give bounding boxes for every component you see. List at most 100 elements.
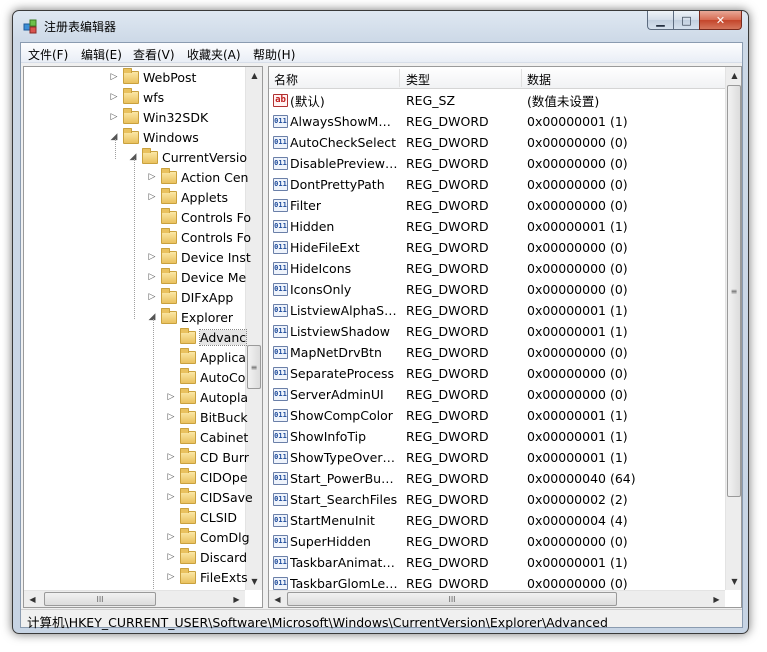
menu-favorites[interactable]: 收藏夹(A) [187, 46, 241, 63]
list-item[interactable]: 011 IconsOnly REG_DWORD 0x00000000 (0) [269, 279, 725, 300]
tree-node[interactable]: Controls Fo [146, 227, 251, 247]
tree-node[interactable]: ▷ CIDOpe [165, 467, 248, 487]
column-divider[interactable] [399, 69, 400, 87]
tree-node[interactable]: ▷ Action Cen [146, 167, 248, 187]
expand-arrow-icon[interactable]: ▷ [165, 452, 177, 462]
list-item[interactable]: 011 ShowTypeOverlay REG_DWORD 0x00000001 (1… [269, 447, 725, 468]
tree-node[interactable]: ▷ Applets [146, 187, 228, 207]
list-item[interactable]: 011 SuperHidden REG_DWORD 0x00000000 (0) [269, 531, 725, 552]
list-item[interactable]: 011 Start_SearchFiles REG_DWORD 0x00000002 … [269, 489, 725, 510]
tree-horizontal-scrollbar[interactable]: ◀ III ▶ [24, 590, 245, 607]
list-item[interactable]: 011 MapNetDrvBtn REG_DWORD 0x00000000 (0) [269, 342, 725, 363]
tree-node[interactable]: CLSID [165, 507, 237, 527]
column-divider[interactable] [521, 69, 522, 87]
list-item[interactable]: 011 ShowInfoTip REG_DWORD 0x00000001 (1) [269, 426, 725, 447]
tree-node[interactable]: Applica [165, 347, 246, 367]
expand-arrow-icon[interactable]: ▷ [108, 72, 120, 82]
tree-node[interactable]: ▷ CD Burr [165, 447, 249, 467]
expand-arrow-icon[interactable]: ▷ [108, 92, 120, 102]
collapse-arrow-icon[interactable]: ◢ [127, 152, 139, 162]
scroll-down-icon[interactable]: ▼ [246, 573, 262, 590]
tree-node[interactable]: ▷ Discard [165, 547, 247, 567]
tree-node[interactable]: ▷ wfs [108, 87, 164, 107]
tree-node[interactable]: ▷ CIDSave [165, 487, 253, 507]
list-item[interactable]: 011 HideIcons REG_DWORD 0x00000000 (0) [269, 258, 725, 279]
list-item[interactable]: 011 ListviewShadow REG_DWORD 0x00000001 (1) [269, 321, 725, 342]
scroll-right-icon[interactable]: ▶ [228, 591, 245, 607]
expand-arrow-icon[interactable]: ▷ [146, 272, 158, 282]
collapse-arrow-icon[interactable]: ◢ [146, 312, 158, 322]
menu-help[interactable]: 帮助(H) [253, 46, 295, 63]
list-item[interactable]: 011 SeparateProcess REG_DWORD 0x00000000 (0… [269, 363, 725, 384]
tree-hscroll-thumb[interactable]: III [44, 592, 156, 606]
tree-node[interactable]: Advanc [165, 327, 248, 347]
tree-node[interactable]: Cabinet [165, 427, 248, 447]
list-item[interactable]: 011Start_PowerButto... REG_DWORD 0x0000004… [269, 468, 725, 489]
close-button[interactable]: ✕ [699, 11, 742, 30]
list-vertical-scrollbar[interactable]: ▲ ≡ ▼ [725, 67, 741, 590]
tree-vscroll-thumb[interactable]: ≡ [247, 345, 261, 389]
list-item[interactable]: 011 AlwaysShowMen... REG_DWORD 0x00000001 (… [269, 111, 725, 132]
expand-arrow-icon[interactable]: ▷ [146, 252, 158, 262]
scroll-right-icon[interactable]: ▶ [708, 591, 725, 607]
tree-node[interactable]: ▷ Autopla [165, 387, 248, 407]
expand-arrow-icon[interactable]: ▷ [108, 112, 120, 122]
expand-arrow-icon[interactable]: ▷ [165, 492, 177, 502]
maximize-button[interactable]: □ [673, 11, 699, 30]
menu-file[interactable]: 文件(F) [28, 46, 68, 63]
expand-arrow-icon[interactable]: ▷ [165, 572, 177, 582]
scroll-down-icon[interactable]: ▼ [726, 573, 741, 590]
expand-arrow-icon[interactable]: ▷ [165, 552, 177, 562]
list-item[interactable]: 011 Hidden REG_DWORD 0x00000001 (1) [269, 216, 725, 237]
list-item[interactable]: 011 StartMenuInit REG_DWORD 0x00000004 (4) [269, 510, 725, 531]
column-type-header[interactable]: 类型 [406, 71, 430, 88]
expand-arrow-icon[interactable]: ▷ [165, 532, 177, 542]
tree-node[interactable]: ▷ DIFxApp [146, 287, 233, 307]
list-item[interactable]: ab (默认) REG_SZ (数值未设置) [269, 90, 725, 111]
registry-key-tree[interactable]: ▲ ≡ ▼ ◀ III ▶ ▷ WebPost ▷ wfs ▷ Win32SDK ◢ Wind… [23, 66, 263, 608]
title-bar[interactable]: 注册表编辑器 ▁ □ ✕ [13, 11, 748, 41]
scroll-left-icon[interactable]: ◀ [24, 591, 41, 607]
menu-edit[interactable]: 编辑(E) [81, 46, 122, 63]
tree-node[interactable]: ▷ Win32SDK [108, 107, 208, 127]
column-data-header[interactable]: 数据 [527, 71, 551, 88]
scroll-left-icon[interactable]: ◀ [269, 591, 286, 607]
list-item[interactable]: 011 Filter REG_DWORD 0x00000000 (0) [269, 195, 725, 216]
registry-value-list[interactable]: 名称 类型 数据 ab (默认) REG_SZ (数值未设置) 011 AlwaysSho… [268, 66, 742, 608]
expand-arrow-icon[interactable]: ▷ [146, 292, 158, 302]
tree-node[interactable]: ▷ Device Me [146, 267, 246, 287]
collapse-arrow-icon[interactable]: ◢ [108, 132, 120, 142]
list-item[interactable]: 011 AutoCheckSelect REG_DWORD 0x00000000 (0… [269, 132, 725, 153]
list-item[interactable]: 011 ShowCompColor REG_DWORD 0x00000001 (1) [269, 405, 725, 426]
list-vscroll-thumb[interactable]: ≡ [727, 85, 741, 497]
list-item[interactable]: 011 ListviewAlphaSel... REG_DWORD 0x0000000… [269, 300, 725, 321]
tree-node[interactable]: ▷ WebPost [108, 67, 196, 87]
list-item[interactable]: 011 ServerAdminUI REG_DWORD 0x00000000 (0) [269, 384, 725, 405]
list-item[interactable]: 011 DisablePreviewD... REG_DWORD 0x00000000… [269, 153, 725, 174]
list-horizontal-scrollbar[interactable]: ◀ III ▶ [269, 590, 725, 607]
tree-node[interactable]: AutoCo [165, 367, 245, 387]
expand-arrow-icon[interactable]: ▷ [146, 172, 158, 182]
tree-node[interactable]: ◢ Windows [108, 127, 199, 147]
expand-arrow-icon[interactable]: ▷ [165, 392, 177, 402]
menu-view[interactable]: 查看(V) [133, 46, 175, 63]
expand-arrow-icon[interactable]: ▷ [165, 472, 177, 482]
list-item[interactable]: 011 TaskbarAnimatio... REG_DWORD 0x00000001… [269, 552, 725, 573]
scroll-up-icon[interactable]: ▲ [726, 67, 741, 84]
expand-arrow-icon[interactable]: ▷ [165, 412, 177, 422]
list-hscroll-thumb[interactable]: III [287, 592, 617, 606]
tree-node[interactable]: ◢ CurrentVersio [127, 147, 247, 167]
tree-vertical-scrollbar[interactable]: ▲ ≡ ▼ [245, 67, 262, 590]
tree-node[interactable]: ▷ BitBuck [165, 407, 248, 427]
tree-node[interactable]: Controls Fo [146, 207, 251, 227]
minimize-button[interactable]: ▁ [647, 11, 673, 30]
tree-node[interactable]: ▷ ComDlg [165, 527, 250, 547]
list-item[interactable]: 011 HideFileExt REG_DWORD 0x00000000 (0) [269, 237, 725, 258]
scroll-up-icon[interactable]: ▲ [246, 67, 262, 84]
list-item[interactable]: 011 DontPrettyPath REG_DWORD 0x00000000 (0) [269, 174, 725, 195]
expand-arrow-icon[interactable]: ▷ [146, 192, 158, 202]
column-name-header[interactable]: 名称 [274, 71, 298, 88]
tree-node[interactable]: ◢ Explorer [146, 307, 233, 327]
tree-node[interactable]: ▷ FileExts [165, 567, 248, 587]
tree-node[interactable]: ▷ Device Inst [146, 247, 251, 267]
